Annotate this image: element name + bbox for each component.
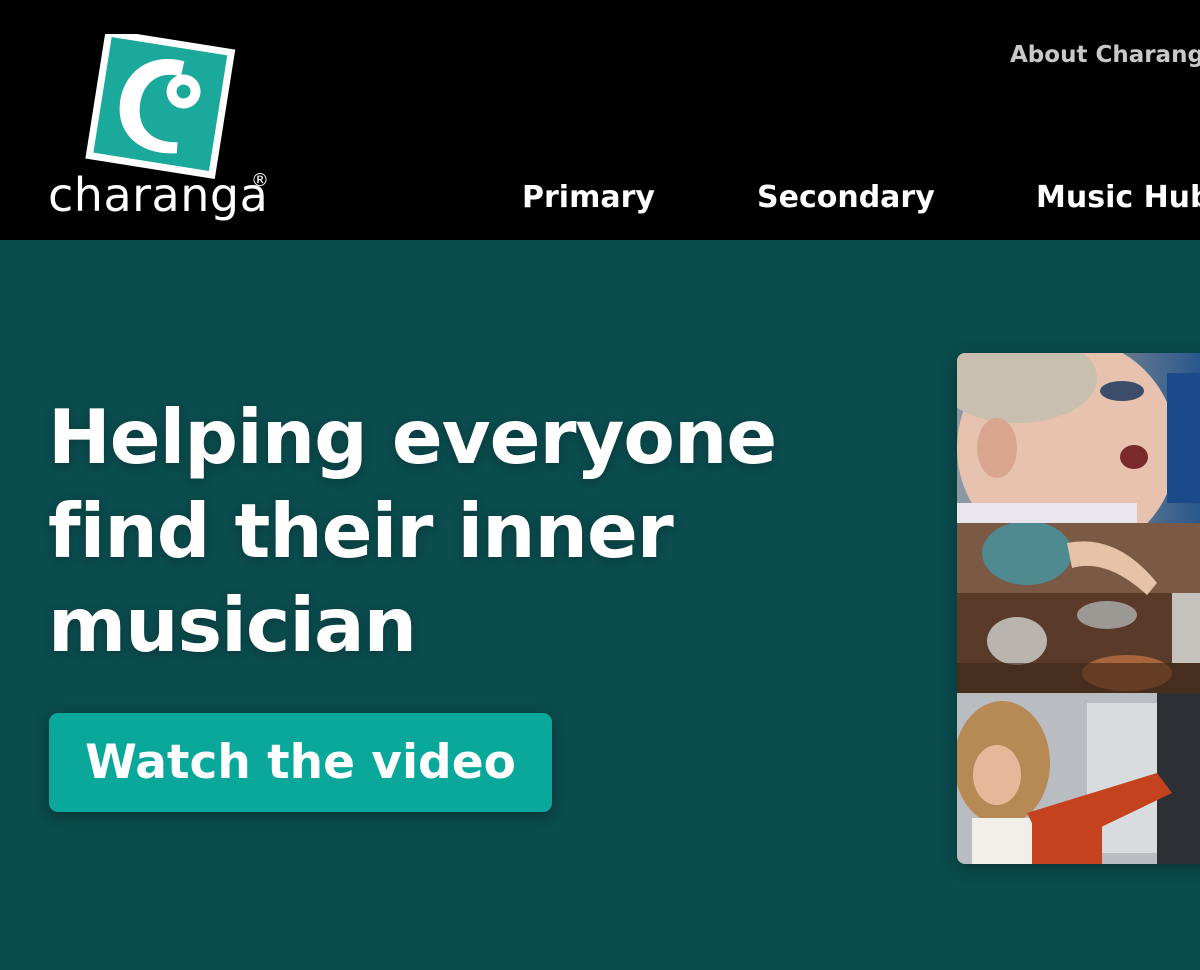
- photo-collage: [957, 353, 1200, 864]
- nav-item-secondary[interactable]: Secondary: [757, 180, 935, 215]
- photo-boy-singing: [957, 353, 1200, 523]
- logo-wordmark: charanga: [48, 168, 269, 222]
- registered-mark: ®: [251, 170, 269, 191]
- photo-child-playing-pots: [957, 523, 1200, 693]
- nav-item-music-hubs[interactable]: Music Hubs: [1036, 180, 1200, 215]
- site-header: charanga ® About Charanga Primary Second…: [0, 0, 1200, 240]
- hero-section: Helping everyone find their inner musici…: [0, 240, 1200, 970]
- charanga-logo[interactable]: charanga ®: [48, 34, 278, 226]
- watch-video-button[interactable]: Watch the video: [49, 713, 552, 812]
- hero-headline: Helping everyone find their inner musici…: [48, 393, 777, 669]
- about-charanga-link[interactable]: About Charanga: [1010, 42, 1200, 68]
- charanga-c-logo-icon: [85, 34, 236, 179]
- photo-teacher-conducting: [957, 693, 1200, 864]
- nav-item-primary[interactable]: Primary: [522, 180, 655, 215]
